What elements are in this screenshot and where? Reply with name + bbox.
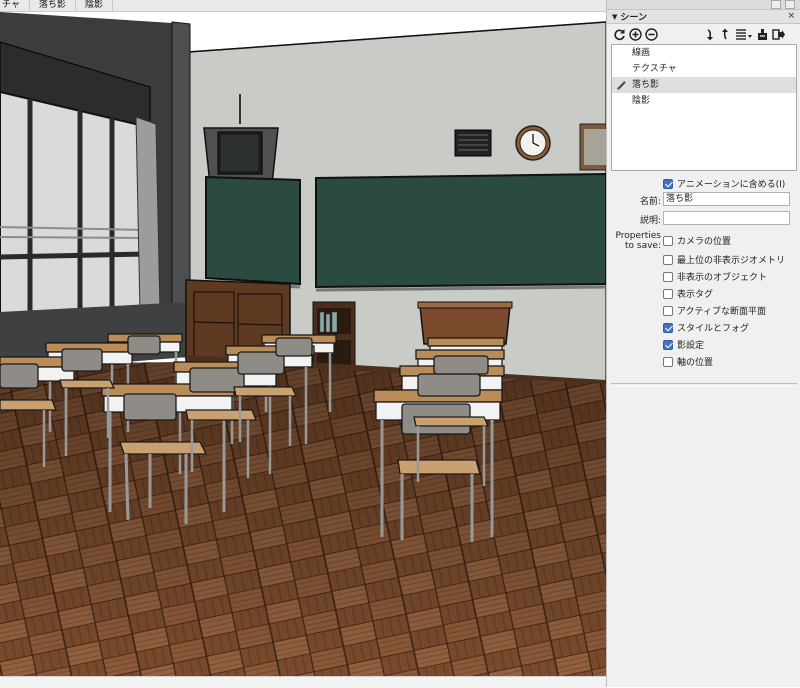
scene-tab-bar: チャ 落ち影 陰影 — [0, 0, 606, 12]
property-checkbox[interactable] — [663, 271, 673, 282]
properties-label-line1: Properties — [615, 231, 661, 241]
scene-list-item-label: 落ち影 — [632, 80, 660, 90]
property-checkbox[interactable] — [663, 235, 673, 246]
property-visible-tags[interactable]: 表示タグ — [663, 287, 713, 300]
scene-properties: アニメーションに含める(I) 名前: 落ち影 説明: Properties to… — [607, 177, 800, 397]
property-axes-location[interactable]: 軸の位置 — [663, 355, 713, 368]
property-checkbox[interactable] — [663, 254, 673, 265]
property-label: アクティブな断面平面 — [677, 307, 767, 317]
property-active-section-planes[interactable]: アクティブな断面平面 — [663, 304, 766, 317]
name-label: 名前: — [639, 197, 661, 207]
scene-list: 線画 テクスチャ 落ち影 陰影 — [611, 44, 797, 171]
property-label: カメラの位置 — [677, 237, 732, 247]
property-checkbox[interactable] — [663, 356, 673, 367]
default-tray: ▼ シーン × 線画 テクスチャ 落ち影 陰影 アニメーションに含める(I) 名… — [606, 0, 800, 687]
property-label: 表示タグ — [677, 290, 714, 300]
add-scene-icon[interactable] — [628, 27, 643, 42]
view-options-icon[interactable] — [734, 27, 754, 42]
status-strip — [0, 676, 606, 688]
description-label: 説明: — [639, 216, 661, 226]
property-label: 影設定 — [677, 341, 705, 351]
include-in-animation-checkbox[interactable] — [663, 178, 673, 189]
include-in-animation-row[interactable]: アニメーションに含める(I) — [663, 177, 785, 190]
scenes-panel-title: シーン — [620, 13, 647, 23]
chair — [127, 335, 161, 355]
property-checkbox[interactable] — [663, 322, 673, 333]
include-in-animation-label: アニメーションに含める(I) — [677, 180, 786, 190]
tray-title-bar — [607, 0, 800, 10]
scenes-toolbar — [607, 24, 800, 44]
move-scene-down-icon[interactable] — [702, 27, 717, 42]
scene-tab-shading[interactable]: 陰影 — [76, 0, 113, 11]
property-checkbox[interactable] — [663, 288, 673, 299]
tray-close-icon[interactable] — [785, 0, 795, 9]
scene-list-item-texture[interactable]: テクスチャ — [612, 61, 796, 77]
details-icon[interactable] — [755, 27, 770, 42]
scene-list-item-line-drawing[interactable]: 線画 — [612, 45, 796, 61]
properties-label-line2: to save: — [625, 241, 661, 251]
property-hidden-objects[interactable]: 非表示のオブジェクト — [663, 270, 767, 283]
property-hidden-geometry[interactable]: 最上位の非表示ジオメトリ — [663, 253, 785, 266]
panel-close-icon[interactable]: × — [787, 11, 795, 21]
tray-pin-icon[interactable] — [771, 0, 781, 9]
scene-list-item-label: 陰影 — [632, 96, 651, 106]
property-label: 軸の位置 — [677, 358, 714, 368]
move-scene-up-icon[interactable] — [718, 27, 733, 42]
property-label: 非表示のオブジェクト — [677, 273, 768, 283]
property-checkbox[interactable] — [663, 305, 673, 316]
scene-tab-cast-shadow[interactable]: 落ち影 — [30, 0, 76, 11]
remove-scene-icon[interactable] — [644, 27, 659, 42]
refresh-icon[interactable] — [612, 27, 627, 42]
export-icon[interactable] — [771, 27, 786, 42]
scene-tab-texture[interactable]: チャ — [0, 0, 30, 11]
property-checkbox[interactable] — [663, 339, 673, 350]
name-field[interactable]: 落ち影 — [663, 192, 790, 206]
scene-list-item-label: テクスチャ — [632, 64, 677, 74]
scene-list-item-shading[interactable]: 陰影 — [612, 93, 796, 109]
chair — [275, 337, 313, 357]
property-label: 最上位の非表示ジオメトリ — [677, 256, 786, 266]
scene-list-item-label: 線画 — [632, 48, 651, 58]
property-camera-location[interactable]: カメラの位置 — [663, 234, 731, 247]
scenes-panel-header[interactable]: ▼ シーン × — [607, 10, 800, 24]
chair — [433, 355, 489, 375]
properties-to-save-label: Properties to save: — [609, 231, 661, 251]
3d-viewport[interactable] — [0, 12, 606, 676]
collapse-arrow-icon: ▼ — [612, 12, 618, 21]
classroom-render — [0, 12, 606, 676]
property-shadow-settings[interactable]: 影設定 — [663, 338, 704, 351]
description-field[interactable] — [663, 211, 790, 225]
scene-list-item-cast-shadow[interactable]: 落ち影 — [612, 77, 796, 93]
panel-divider — [611, 383, 797, 387]
property-label: スタイルとフォグ — [677, 324, 750, 334]
property-style-and-fog[interactable]: スタイルとフォグ — [663, 321, 749, 334]
